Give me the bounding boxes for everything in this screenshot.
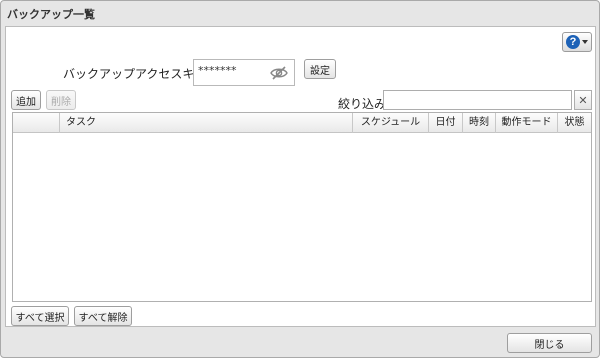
chevron-down-icon xyxy=(582,40,588,44)
access-key-label: バックアップアクセスキー: xyxy=(63,67,211,81)
close-icon: ✕ xyxy=(578,93,588,107)
column-header-schedule[interactable]: スケジュール xyxy=(352,113,428,133)
column-header-select[interactable] xyxy=(13,113,59,133)
backup-list-dialog: バックアップ一覧 ? バックアップアクセスキー: ******* 設定 追加 削… xyxy=(0,0,600,358)
column-header-date[interactable]: 日付 xyxy=(428,113,462,133)
task-table: タスク スケジュール 日付 時刻 動作モード 状態 xyxy=(12,112,592,302)
dialog-title: バックアップ一覧 xyxy=(7,8,95,21)
help-button[interactable]: ? xyxy=(562,32,592,52)
help-icon: ? xyxy=(566,35,580,49)
set-key-button[interactable]: 設定 xyxy=(304,59,336,79)
add-button[interactable]: 追加 xyxy=(11,90,41,110)
eye-slash-icon[interactable] xyxy=(269,65,289,81)
filter-input[interactable] xyxy=(383,90,572,110)
deselect-all-button[interactable]: すべて解除 xyxy=(74,306,132,326)
column-header-mode[interactable]: 動作モード xyxy=(495,113,557,133)
access-key-field[interactable]: ******* xyxy=(193,59,295,86)
column-header-status[interactable]: 状態 xyxy=(557,113,591,133)
delete-button[interactable]: 削除 xyxy=(46,90,76,110)
column-header-task[interactable]: タスク xyxy=(59,113,352,133)
column-header-time[interactable]: 時刻 xyxy=(462,113,495,133)
clear-filter-button[interactable]: ✕ xyxy=(574,90,592,110)
table-header: タスク スケジュール 日付 時刻 動作モード 状態 xyxy=(13,113,591,133)
select-all-button[interactable]: すべて選択 xyxy=(11,306,69,326)
close-button[interactable]: 閉じる xyxy=(507,333,592,353)
dialog-content: ? バックアップアクセスキー: ******* 設定 追加 削除 絞り込み: ✕… xyxy=(5,26,596,327)
access-key-value: ******* xyxy=(198,64,237,77)
